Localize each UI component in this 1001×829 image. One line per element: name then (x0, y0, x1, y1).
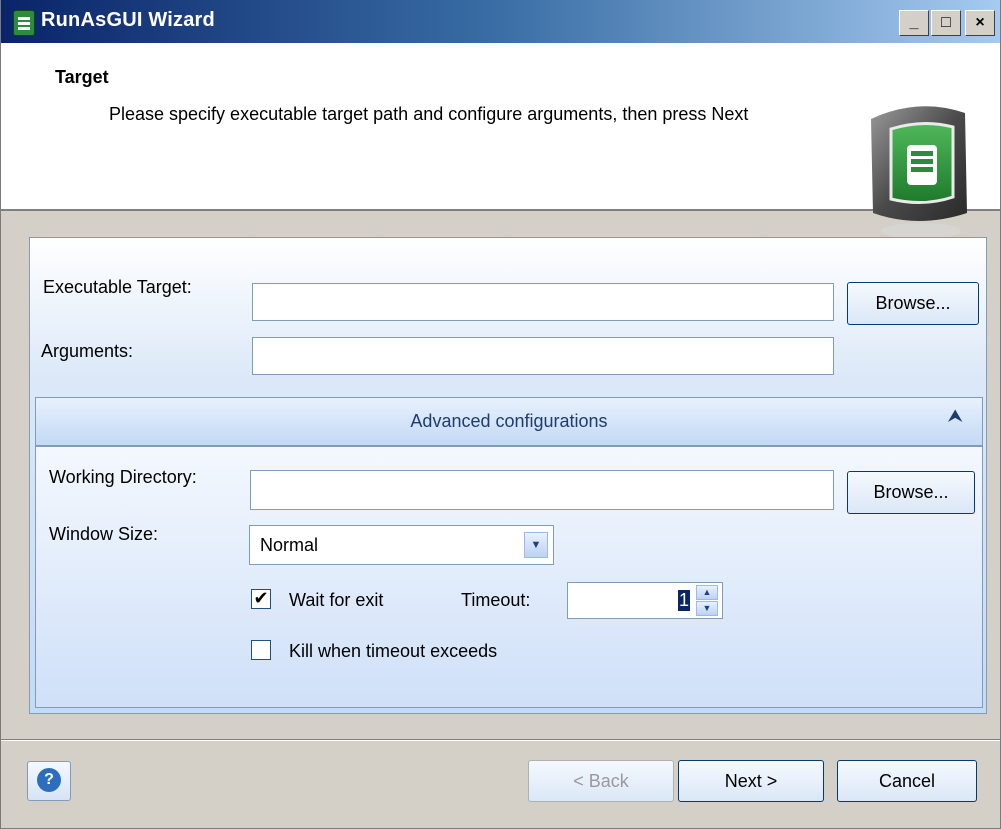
step-description: Please specify executable target path an… (109, 104, 749, 124)
step-title: Target (55, 67, 109, 87)
title-bar[interactable]: RunAsGUI Wizard _ □ × (1, 0, 1000, 43)
help-button[interactable]: ? (27, 761, 71, 801)
arguments-input[interactable] (252, 337, 834, 375)
app-icon (13, 10, 35, 36)
kill-when-timeout-checkbox[interactable] (251, 640, 271, 660)
wizard-window: RunAsGUI Wizard _ □ × Target Please spec… (0, 0, 1001, 829)
advanced-configurations-title: Advanced configurations (410, 411, 608, 431)
window-size-value: Normal (260, 535, 319, 555)
back-button[interactable]: < Back (528, 760, 674, 802)
footer-separator (1, 739, 1000, 741)
window-size-select[interactable]: Normal ▼ (249, 525, 554, 565)
spin-up-icon[interactable]: ▲ (696, 585, 718, 600)
wait-for-exit-checkbox[interactable]: ✔ (251, 589, 271, 609)
kill-when-timeout-label: Kill when timeout exceeds (289, 641, 498, 661)
browse-working-directory-button[interactable]: Browse... (847, 471, 975, 514)
wait-for-exit-label: Wait for exit (289, 590, 384, 610)
working-directory-input[interactable] (250, 470, 834, 510)
timeout-spinner[interactable]: 1 ▲ ▼ (567, 582, 723, 619)
next-button[interactable]: Next > (678, 760, 824, 802)
runasgui-logo-icon (871, 106, 967, 239)
close-button[interactable]: × (965, 10, 995, 36)
advanced-configurations-header[interactable]: Advanced configurations ⮝ (35, 397, 983, 446)
wizard-header: Target Please specify executable target … (1, 43, 1000, 239)
working-directory-label: Working Directory: (49, 467, 197, 487)
arguments-label: Arguments: (41, 341, 134, 361)
maximize-button[interactable]: □ (931, 10, 961, 36)
executable-target-label: Executable Target: (43, 277, 192, 297)
window-size-label: Window Size: (49, 524, 159, 544)
chevron-down-icon[interactable]: ▼ (524, 532, 548, 558)
window-title: RunAsGUI Wizard (41, 9, 215, 31)
timeout-value[interactable]: 1 (678, 590, 690, 611)
browse-executable-button[interactable]: Browse... (847, 282, 979, 325)
spin-down-icon[interactable]: ▼ (696, 601, 718, 616)
cancel-button[interactable]: Cancel (837, 760, 977, 802)
help-icon: ? (37, 768, 61, 792)
minimize-button[interactable]: _ (899, 10, 929, 36)
chevron-double-up-icon[interactable]: ⮝ (948, 408, 962, 426)
timeout-label: Timeout: (461, 590, 531, 610)
executable-target-input[interactable] (252, 283, 834, 321)
